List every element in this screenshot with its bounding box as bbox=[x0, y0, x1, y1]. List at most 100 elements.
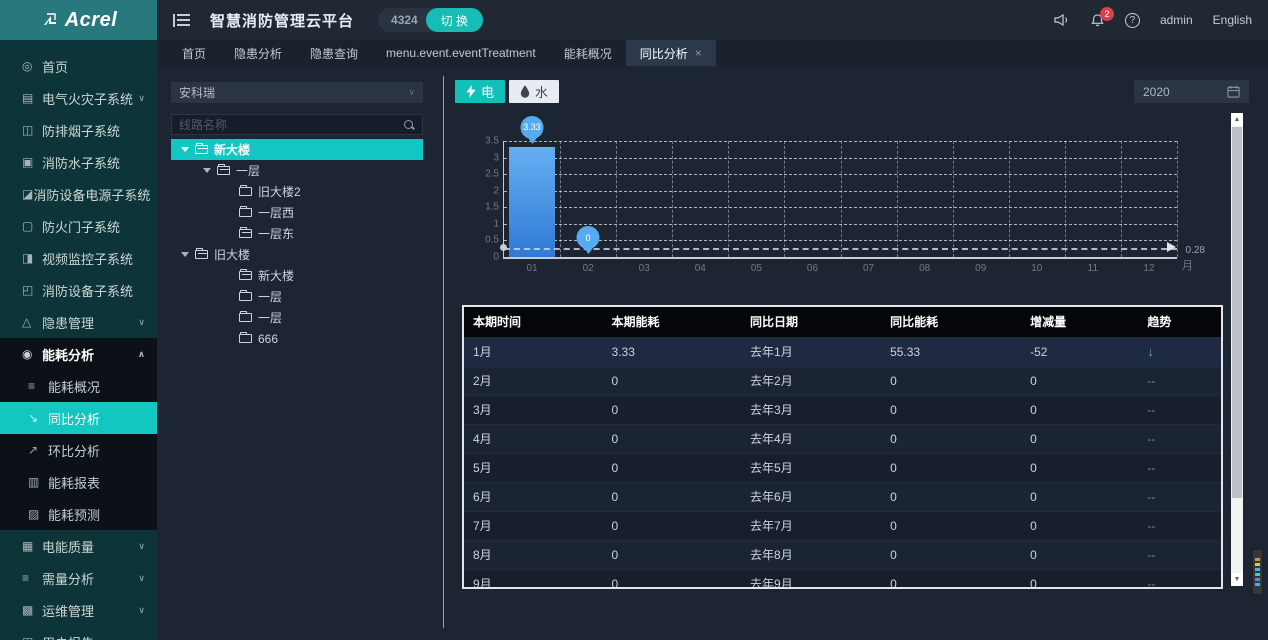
tree-node-label: 旧大楼 bbox=[214, 246, 250, 263]
tab-menu.event.eventTreatment[interactable]: menu.event.eventTreatment bbox=[372, 40, 550, 66]
trend-dash: -- bbox=[1138, 395, 1221, 424]
y-tick-label: 0 bbox=[493, 252, 499, 263]
trend-dash: -- bbox=[1138, 366, 1221, 395]
tree-node-一层[interactable]: 一层 bbox=[171, 160, 423, 181]
tab-隐患查询[interactable]: 隐患查询 bbox=[296, 40, 372, 66]
y-tick-label: 0.5 bbox=[485, 235, 499, 246]
sidebar-subitem-能耗概况[interactable]: ≡能耗概况 bbox=[0, 370, 157, 402]
line-search-input[interactable] bbox=[179, 118, 403, 132]
search-icon[interactable] bbox=[403, 119, 415, 131]
tree-node-旧大楼[interactable]: 旧大楼 bbox=[171, 244, 423, 265]
sidebar-item-防火门子系统[interactable]: ▢防火门子系统 bbox=[0, 210, 157, 242]
table-cell: 0 bbox=[1021, 482, 1138, 511]
table-cell: 去年6月 bbox=[741, 482, 881, 511]
table-row: 7月0去年7月00-- bbox=[464, 511, 1221, 540]
sidebar-subitem-能耗预测[interactable]: ▨能耗预测 bbox=[0, 498, 157, 530]
table-row: 2月0去年2月00-- bbox=[464, 366, 1221, 395]
table-cell: 2月 bbox=[464, 366, 603, 395]
hazard-icon: △ bbox=[22, 315, 42, 329]
notification-bell-icon[interactable]: 2 bbox=[1090, 13, 1105, 28]
gridline-v bbox=[1177, 141, 1178, 257]
sidebar-item-视频监控子系统[interactable]: ◨视频监控子系统 bbox=[0, 242, 157, 274]
tree-node-label: 一层 bbox=[258, 309, 282, 326]
tree-expander-icon[interactable] bbox=[181, 252, 189, 257]
table-cell: 0 bbox=[1021, 453, 1138, 482]
table-cell: 去年8月 bbox=[741, 540, 881, 569]
sidebar-item-消防设备子系统[interactable]: ◰消防设备子系统 bbox=[0, 274, 157, 306]
tree-node-666[interactable]: 666 bbox=[171, 328, 423, 349]
sidebar-item-能耗分析[interactable]: ◉能耗分析∧ bbox=[0, 338, 157, 370]
sidebar-subitem-环比分析[interactable]: ↗环比分析 bbox=[0, 434, 157, 466]
table-cell: 0 bbox=[881, 569, 1021, 589]
electric-toggle-button[interactable]: 电 bbox=[455, 80, 505, 103]
power-icon: ◪ bbox=[22, 187, 33, 201]
trend-dash: -- bbox=[1138, 453, 1221, 482]
folder-icon bbox=[195, 145, 208, 154]
tab-同比分析[interactable]: 同比分析× bbox=[626, 40, 716, 66]
x-tick-label: 09 bbox=[975, 263, 986, 274]
sidebar-item-运维管理[interactable]: ▩运维管理∨ bbox=[0, 594, 157, 626]
tree-node-一层[interactable]: 一层 bbox=[171, 286, 423, 307]
sidebar-item-消防设备电源子系统[interactable]: ◪消防设备电源子系统 bbox=[0, 178, 157, 210]
tree-node-一层东[interactable]: 一层东 bbox=[171, 223, 423, 244]
sidebar-subitem-label: 环比分析 bbox=[48, 441, 157, 460]
tab-label: 能耗概况 bbox=[564, 45, 612, 62]
tree-expander-icon[interactable] bbox=[203, 168, 211, 173]
year-picker[interactable]: 2020 bbox=[1134, 80, 1249, 103]
table-cell: 去年9月 bbox=[741, 569, 881, 589]
tree-node-旧大楼2[interactable]: 旧大楼2 bbox=[171, 181, 423, 202]
sidebar-item-电气火灾子系统[interactable]: ▤电气火灾子系统∨ bbox=[0, 82, 157, 114]
tree-expander-icon[interactable] bbox=[181, 147, 189, 152]
table-cell: 0 bbox=[603, 424, 742, 453]
scrollbar-thumb[interactable] bbox=[1232, 127, 1242, 498]
home-icon: ◎ bbox=[22, 59, 42, 73]
user-name[interactable]: admin bbox=[1160, 13, 1193, 27]
tree-node-新大楼[interactable]: 新大楼 bbox=[171, 265, 423, 286]
collapse-menu-icon[interactable] bbox=[173, 14, 190, 27]
trend-dash: -- bbox=[1138, 424, 1221, 453]
chevron-up-icon: ∧ bbox=[138, 349, 145, 360]
tab-label: 隐患分析 bbox=[234, 45, 282, 62]
content-area: 安科瑞 ∨ 新大楼一层旧大楼2一层西一层东旧大楼新大楼一层一层666 电 bbox=[157, 66, 1268, 640]
tree-node-新大楼[interactable]: 新大楼 bbox=[171, 139, 423, 160]
station-select[interactable]: 安科瑞 ∨ bbox=[171, 82, 423, 103]
table-cell: 去年7月 bbox=[741, 511, 881, 540]
language-switch[interactable]: English bbox=[1213, 13, 1252, 27]
sidebar-item-隐患管理[interactable]: △隐患管理∨ bbox=[0, 306, 157, 338]
tab-首页[interactable]: 首页 bbox=[168, 40, 220, 66]
table-cell: 0 bbox=[603, 453, 742, 482]
folder-icon bbox=[195, 250, 208, 259]
tree-node-一层西[interactable]: 一层西 bbox=[171, 202, 423, 223]
switch-button[interactable]: 切 换 bbox=[426, 8, 483, 32]
sidebar-item-首页[interactable]: ◎首页 bbox=[0, 50, 157, 82]
project-switcher[interactable]: 4324 切 换 bbox=[378, 8, 483, 32]
close-icon[interactable]: × bbox=[695, 46, 702, 60]
sidebar-subitem-label: 能耗预测 bbox=[48, 505, 157, 524]
sidebar-item-电能质量[interactable]: ▦电能质量∨ bbox=[0, 530, 157, 562]
bar-month-01[interactable] bbox=[509, 147, 555, 257]
sidebar-subitem-能耗报表[interactable]: ▥能耗报表 bbox=[0, 466, 157, 498]
help-icon[interactable]: ? bbox=[1125, 13, 1140, 28]
sidebar-item-需量分析[interactable]: ≡需量分析∨ bbox=[0, 562, 157, 594]
scroll-down-button[interactable]: ▼ bbox=[1231, 573, 1243, 586]
chart-plot-area: 00.511.522.533.5013.33020030405060708091… bbox=[503, 141, 1177, 259]
water-toggle-button[interactable]: 水 bbox=[509, 80, 559, 103]
sidebar-item-用户报告[interactable]: ◳用户报告 bbox=[0, 626, 157, 640]
x-tick-label: 03 bbox=[639, 263, 650, 274]
x-tick-label: 07 bbox=[863, 263, 874, 274]
quality-icon: ▦ bbox=[22, 539, 42, 553]
tab-能耗概况[interactable]: 能耗概况 bbox=[550, 40, 626, 66]
announcement-icon[interactable] bbox=[1054, 13, 1070, 27]
vertical-scrollbar[interactable]: ▲ ▼ bbox=[1231, 113, 1243, 586]
sidebar-subitem-同比分析[interactable]: ↘同比分析 bbox=[0, 402, 157, 434]
table-cell: 3.33 bbox=[603, 337, 742, 366]
tab-label: menu.event.eventTreatment bbox=[386, 46, 536, 60]
tree-node-一层[interactable]: 一层 bbox=[171, 307, 423, 328]
chevron-down-icon: ∨ bbox=[138, 605, 145, 616]
report-chart-icon: ▥ bbox=[28, 475, 48, 489]
sidebar-item-防排烟子系统[interactable]: ◫防排烟子系统 bbox=[0, 114, 157, 146]
gridline-v bbox=[953, 141, 954, 257]
sidebar-item-消防水子系统[interactable]: ▣消防水子系统 bbox=[0, 146, 157, 178]
scroll-up-button[interactable]: ▲ bbox=[1231, 113, 1243, 126]
tab-隐患分析[interactable]: 隐患分析 bbox=[220, 40, 296, 66]
